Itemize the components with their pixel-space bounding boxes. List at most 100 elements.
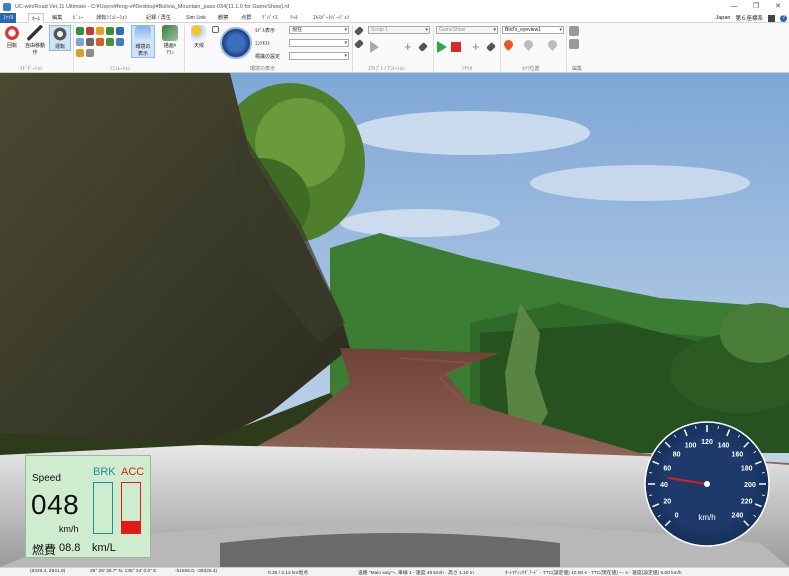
chart-icon[interactable]	[116, 27, 124, 35]
chevron-down-icon: ▾	[493, 27, 496, 33]
draw-anim-label: 描画ｷ	[163, 43, 177, 49]
pencil-icon[interactable]	[418, 42, 428, 52]
scenario-select[interactable]: GameShow ▾	[436, 26, 498, 34]
sign-setting-label: 標識の設定	[255, 54, 281, 60]
gear-icon[interactable]	[86, 49, 94, 57]
tab-view[interactable]: ﾋﾞｭｰ	[70, 13, 86, 23]
pencil-icon[interactable]	[354, 26, 364, 36]
tab-device[interactable]: ﾃﾞﾊﾞｲｽ	[259, 13, 281, 23]
speed-value: 048	[31, 489, 80, 520]
speedo-tick-label: 80	[673, 452, 681, 459]
speedo-unit-label: km/h	[698, 513, 715, 522]
ribbon-separator	[433, 25, 434, 71]
checkbox-icon[interactable]	[212, 26, 219, 33]
free-move-button[interactable]: 自由移動 作	[24, 25, 46, 56]
location-add-icon[interactable]	[522, 38, 535, 51]
chevron-down-icon: ▾	[344, 27, 347, 33]
stop-icon[interactable]	[451, 42, 461, 52]
location-edit-icon[interactable]	[546, 38, 559, 51]
tab-record-play[interactable]: 記録 / 再生	[143, 13, 174, 23]
tab-home[interactable]: ﾎｰﾑ	[28, 13, 44, 23]
signal-red-icon[interactable]	[86, 27, 94, 35]
tab-expert[interactable]: ｴｷｽﾊﾟｰﾄﾊﾞｰｼﾞｮﾝ	[310, 13, 352, 23]
model-display-select[interactable]: 現在 ▾	[289, 26, 349, 34]
signal-yellow-icon[interactable]	[96, 27, 104, 35]
landscape-icon	[162, 25, 178, 41]
brake-label: BRK	[93, 466, 116, 478]
save-icon[interactable]	[768, 14, 775, 22]
app-icon	[3, 2, 11, 11]
accel-bar-fill	[122, 520, 140, 533]
drive-button[interactable]: 運転	[49, 25, 71, 51]
play-icon[interactable]	[370, 41, 379, 53]
car-icon[interactable]	[76, 38, 84, 46]
brake-bar	[93, 482, 113, 534]
ribbon-tabs: ﾌｧｲﾙ ﾎｰﾑ 編集 ﾋﾞｭｰ 運転ｼﾐｭﾚｰｼｮﾝ 記録 / 再生 Sim …	[0, 13, 789, 23]
speedo-tick-label: 60	[663, 466, 671, 473]
sun-cloud-icon	[191, 25, 207, 41]
close-button[interactable]: ✕	[767, 0, 789, 13]
speedo-tick-label: 160	[732, 452, 744, 459]
light-icon[interactable]	[76, 49, 84, 57]
tab-file[interactable]: ﾌｧｲﾙ	[0, 13, 17, 23]
env-display-button[interactable]: 環境の 表示	[131, 25, 155, 58]
env-display-label-2: 表示	[137, 51, 148, 57]
status-bar: (6336.4, 2641.9) 35° 26' 36.7" N, 135° 3…	[0, 567, 789, 576]
time-dial-icon[interactable]	[220, 27, 252, 59]
location-pin-icon[interactable]	[502, 38, 515, 51]
speed-label: Speed	[32, 473, 61, 484]
tab-observe[interactable]: 観察	[215, 13, 231, 23]
fuel-unit: km/L	[92, 542, 116, 554]
speedo-tick-label: 240	[732, 512, 744, 519]
weather-button[interactable]: 天候	[188, 25, 210, 49]
tree-icon[interactable]	[106, 38, 114, 46]
speedo-tick-label: 0	[675, 512, 679, 519]
weather-label: 天候	[193, 43, 204, 49]
env-display-label: 環境の	[135, 44, 151, 50]
settings-icon[interactable]	[569, 39, 579, 49]
context-select[interactable]: ▾	[289, 39, 349, 47]
chevron-down-icon: ▾	[344, 53, 347, 59]
tab-edit[interactable]: 編集	[49, 13, 65, 23]
coord-system-label[interactable]: 第６座標系	[735, 14, 763, 22]
drive-label: 運転	[54, 44, 65, 50]
maximize-button[interactable]: ❐	[745, 0, 767, 13]
speedo-tick-label: 40	[660, 482, 668, 489]
pencil-icon[interactable]	[354, 39, 364, 49]
bus-icon[interactable]	[96, 38, 104, 46]
add-icon[interactable]: +	[404, 40, 412, 53]
scenario-value: GameShow	[439, 27, 466, 33]
cursor-icon	[27, 25, 43, 41]
pencil-icon[interactable]	[486, 42, 496, 52]
script-value: Script 1	[371, 27, 388, 33]
edit-icon[interactable]	[569, 26, 579, 36]
tab-drive-sim[interactable]: 運転ｼﾐｭﾚｰｼｮﾝ	[93, 13, 130, 23]
minimize-button[interactable]: —	[723, 0, 745, 13]
tab-sim-link[interactable]: Sim Link	[183, 13, 209, 23]
region-info: Japan 第６座標系 ?	[715, 13, 787, 23]
ribbon-separator	[73, 25, 74, 71]
sign-setting-select[interactable]: ▾	[289, 52, 349, 60]
accel-label: ACC	[121, 466, 145, 478]
chevron-down-icon: ▾	[344, 40, 347, 46]
environment-group-label: 環境の表示	[250, 66, 276, 72]
draw-anim-button[interactable]: 描画ｷ ｱﾗﾝ	[158, 25, 182, 56]
tab-tools[interactable]: ﾂｰﾙ	[287, 13, 301, 23]
traffic-icon[interactable]	[76, 27, 84, 35]
title-bar: UC-win/Road Ver.11 Ultimate - C:¥Users¥f…	[0, 0, 789, 13]
camera-select[interactable]: Bird's_eyeview1 ▾	[502, 26, 564, 34]
ribbon-separator	[500, 25, 501, 71]
add-icon[interactable]: +	[472, 40, 480, 53]
help-icon[interactable]: ?	[780, 14, 787, 22]
draw-anim-label-2: ｱﾗﾝ	[166, 50, 174, 56]
rotate-label: 回転	[6, 43, 17, 49]
rotate-button[interactable]: 回転	[1, 25, 23, 49]
scenario-group-label: ｼﾅﾘｵ	[462, 66, 473, 72]
speedo-tick-label: 20	[663, 498, 671, 505]
tool-icon[interactable]	[116, 38, 124, 46]
tab-point-cloud[interactable]: 点群	[238, 13, 254, 23]
gauge-icon[interactable]	[86, 38, 94, 46]
play-icon[interactable]	[437, 41, 447, 53]
signal-green-icon[interactable]	[106, 27, 114, 35]
script-select[interactable]: Script 1 ▾	[368, 26, 430, 34]
